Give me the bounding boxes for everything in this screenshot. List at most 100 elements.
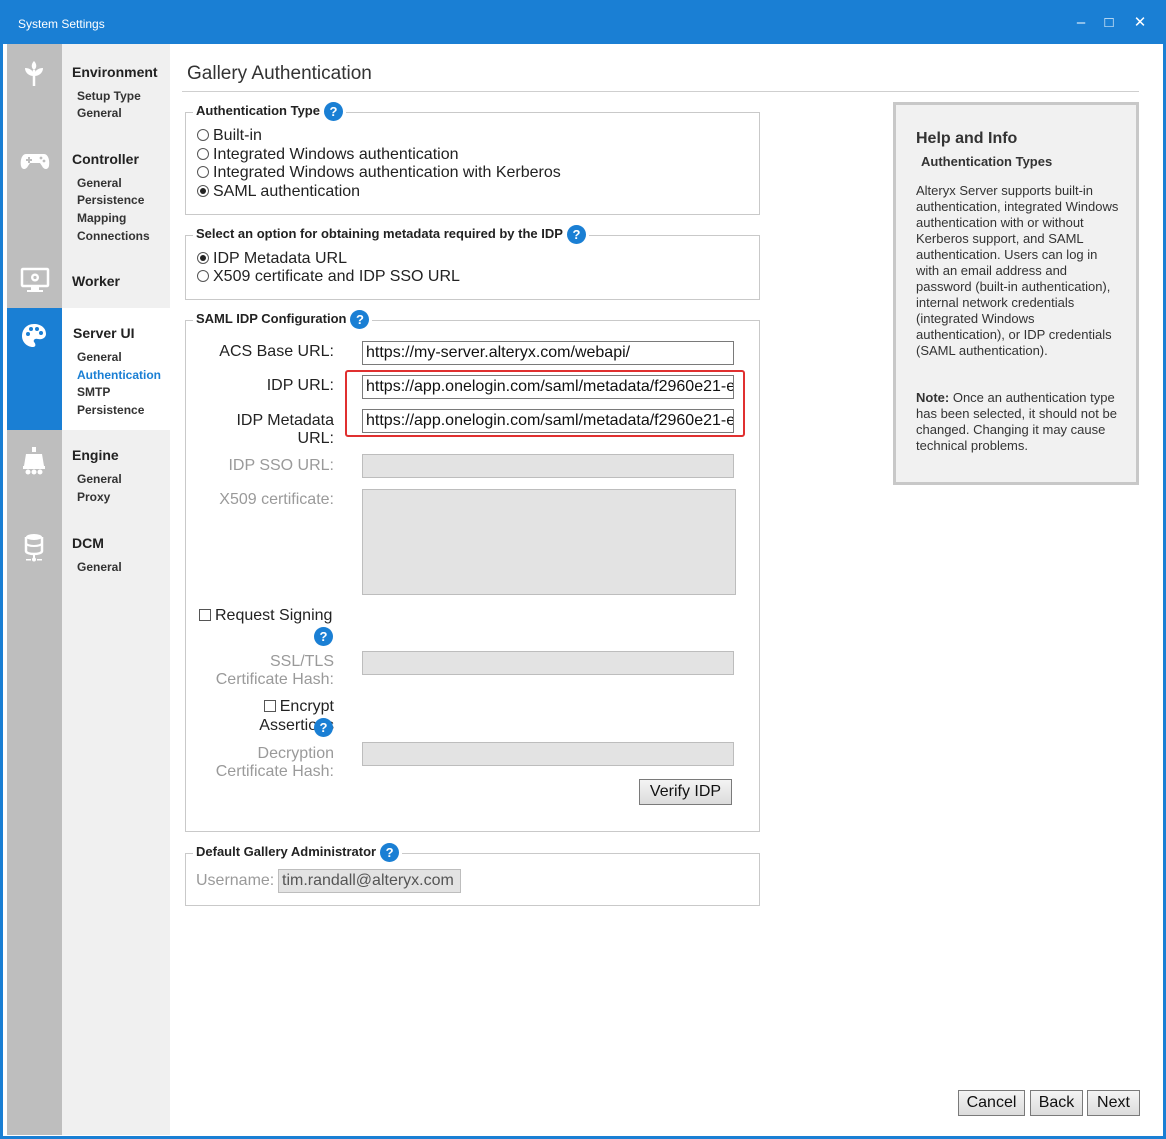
nav-item-proxy[interactable]: Proxy: [77, 490, 110, 504]
minimize-icon[interactable]: –: [1070, 12, 1092, 34]
gamepad-icon[interactable]: [7, 140, 62, 180]
idp-metadata-url-label: IDP Metadata URL:: [195, 412, 334, 448]
back-button[interactable]: Back: [1030, 1090, 1083, 1116]
authentication-type-title: Authentication Type: [196, 102, 320, 118]
radio-selected-icon[interactable]: [197, 185, 209, 197]
radio-label: SAML authentication: [213, 183, 361, 200]
title-divider: [182, 91, 1139, 92]
idp-metadata-label-line1: IDP Metadata: [236, 412, 334, 429]
help-icon[interactable]: ?: [380, 843, 400, 862]
help-icon[interactable]: ?: [314, 718, 333, 737]
radio-windows-auth[interactable]: Integrated Windows authentication: [197, 146, 458, 164]
request-signing-checkbox[interactable]: Request Signing: [199, 607, 332, 625]
ssl-label-line2: Certificate Hash:: [215, 671, 334, 688]
help-info-panel: Help and Info Authentication Types Alter…: [893, 102, 1139, 485]
checkbox-icon[interactable]: [263, 700, 276, 712]
radio-icon[interactable]: [197, 148, 209, 160]
username-input[interactable]: tim.randall@alteryx.com: [278, 869, 461, 893]
nav-item-server-ui-persistence[interactable]: Persistence: [77, 403, 144, 417]
nav-item-controller-mapping[interactable]: Mapping: [77, 211, 126, 225]
nav-section-worker[interactable]: Worker: [72, 273, 120, 289]
radio-label: Integrated Windows authentication: [213, 146, 459, 163]
title-bar: System Settings – □ ✕: [3, 3, 1163, 44]
encrypt-label-line1: Encrypt: [279, 698, 334, 715]
decryption-hash-input[interactable]: [362, 742, 734, 766]
radio-saml[interactable]: SAML authentication: [197, 183, 360, 201]
ssl-tls-hash-label: SSL/TLS Certificate Hash:: [195, 653, 334, 689]
help-heading: Help and Info: [916, 130, 1018, 147]
verify-idp-button[interactable]: Verify IDP: [639, 779, 732, 805]
help-icon[interactable]: ?: [323, 102, 343, 121]
help-icon[interactable]: ?: [566, 225, 586, 244]
note-label: Note:: [916, 390, 950, 405]
nav-item-engine-general[interactable]: General: [77, 472, 122, 486]
maximize-icon[interactable]: □: [1098, 12, 1120, 34]
settings-nav: Environment Setup Type General Controlle…: [62, 44, 170, 1135]
nav-item-authentication[interactable]: Authentication: [77, 368, 161, 382]
idp-sso-url-input[interactable]: [362, 454, 734, 478]
ssl-label-line1: SSL/TLS: [269, 653, 334, 670]
nav-item-server-ui-general[interactable]: General: [77, 350, 122, 364]
metadata-option-legend: Select an option for obtaining metadata …: [193, 225, 589, 244]
nav-section-controller[interactable]: Controller: [72, 151, 139, 167]
help-subheading: Authentication Types: [921, 154, 1053, 169]
nav-item-environment-general[interactable]: General: [77, 106, 122, 120]
authentication-type-legend: Authentication Type?: [193, 102, 346, 121]
gallery-admin-legend: Default Gallery Administrator?: [193, 843, 403, 862]
acs-base-url-label: ACS Base URL:: [219, 343, 334, 360]
decrypt-label-line2: Certificate Hash:: [215, 763, 334, 780]
next-button[interactable]: Next: [1087, 1090, 1140, 1116]
nav-section-dcm[interactable]: DCM: [72, 535, 104, 551]
username-label: Username:: [196, 872, 275, 889]
encrypt-assertions-checkbox[interactable]: Encrypt Assertions: [195, 698, 334, 735]
nav-section-environment[interactable]: Environment: [72, 64, 158, 80]
nav-item-controller-connections[interactable]: Connections: [77, 229, 150, 243]
radio-x509-sso[interactable]: X509 certificate and IDP SSO URL: [197, 268, 460, 286]
radio-label: Integrated Windows authentication with K…: [213, 164, 561, 181]
help-icon[interactable]: ?: [350, 310, 370, 329]
palette-icon[interactable]: [7, 314, 62, 354]
nav-item-dcm-general[interactable]: General: [77, 560, 122, 574]
radio-windows-kerberos[interactable]: Integrated Windows authentication with K…: [197, 164, 561, 182]
window-title: System Settings: [18, 17, 105, 31]
radio-icon[interactable]: [197, 129, 209, 141]
nav-item-controller-persistence[interactable]: Persistence: [77, 193, 144, 207]
acs-base-url-input[interactable]: https://my-server.alteryx.com/webapi/: [362, 341, 734, 365]
metadata-option-title: Select an option for obtaining metadata …: [196, 225, 563, 241]
close-icon[interactable]: ✕: [1129, 12, 1151, 34]
ssl-tls-hash-input[interactable]: [362, 651, 734, 675]
engine-icon[interactable]: [7, 438, 62, 478]
nav-item-smtp[interactable]: SMTP: [77, 385, 110, 399]
gallery-admin-title: Default Gallery Administrator: [196, 843, 377, 859]
cancel-button[interactable]: Cancel: [958, 1090, 1025, 1116]
plant-icon[interactable]: [7, 52, 62, 92]
decryption-hash-label: Decryption Certificate Hash:: [195, 745, 334, 781]
x509-certificate-input[interactable]: [362, 489, 736, 595]
idp-metadata-label-line2: URL:: [297, 430, 334, 447]
nav-item-setup-type[interactable]: Setup Type: [77, 89, 141, 103]
help-icon[interactable]: ?: [314, 627, 333, 646]
idp-sso-url-label: IDP SSO URL:: [228, 457, 334, 474]
radio-icon[interactable]: [197, 270, 209, 282]
request-signing-label: Request Signing: [215, 607, 333, 624]
radio-label: Built-in: [213, 127, 262, 144]
help-note: Note: Once an authentication type has be…: [916, 390, 1122, 454]
monitor-gear-icon[interactable]: [7, 258, 62, 298]
decrypt-label-line1: Decryption: [257, 745, 334, 762]
checkbox-icon[interactable]: [199, 609, 211, 621]
nav-section-server-ui[interactable]: Server UI: [73, 325, 134, 341]
nav-section-engine[interactable]: Engine: [72, 447, 119, 463]
radio-label: IDP Metadata URL: [213, 250, 347, 267]
x509-certificate-label: X509 certificate:: [219, 491, 334, 508]
highlight-box: [345, 370, 745, 437]
idp-url-label: IDP URL:: [266, 377, 334, 394]
page-title: Gallery Authentication: [187, 63, 372, 84]
radio-built-in[interactable]: Built-in: [197, 127, 262, 145]
database-icon[interactable]: [7, 524, 62, 564]
icon-rail: [7, 44, 62, 1135]
saml-config-legend: SAML IDP Configuration?: [193, 310, 373, 329]
radio-idp-metadata-url[interactable]: IDP Metadata URL: [197, 250, 347, 268]
nav-item-controller-general[interactable]: General: [77, 176, 122, 190]
radio-icon[interactable]: [197, 166, 209, 178]
radio-selected-icon[interactable]: [197, 252, 209, 264]
